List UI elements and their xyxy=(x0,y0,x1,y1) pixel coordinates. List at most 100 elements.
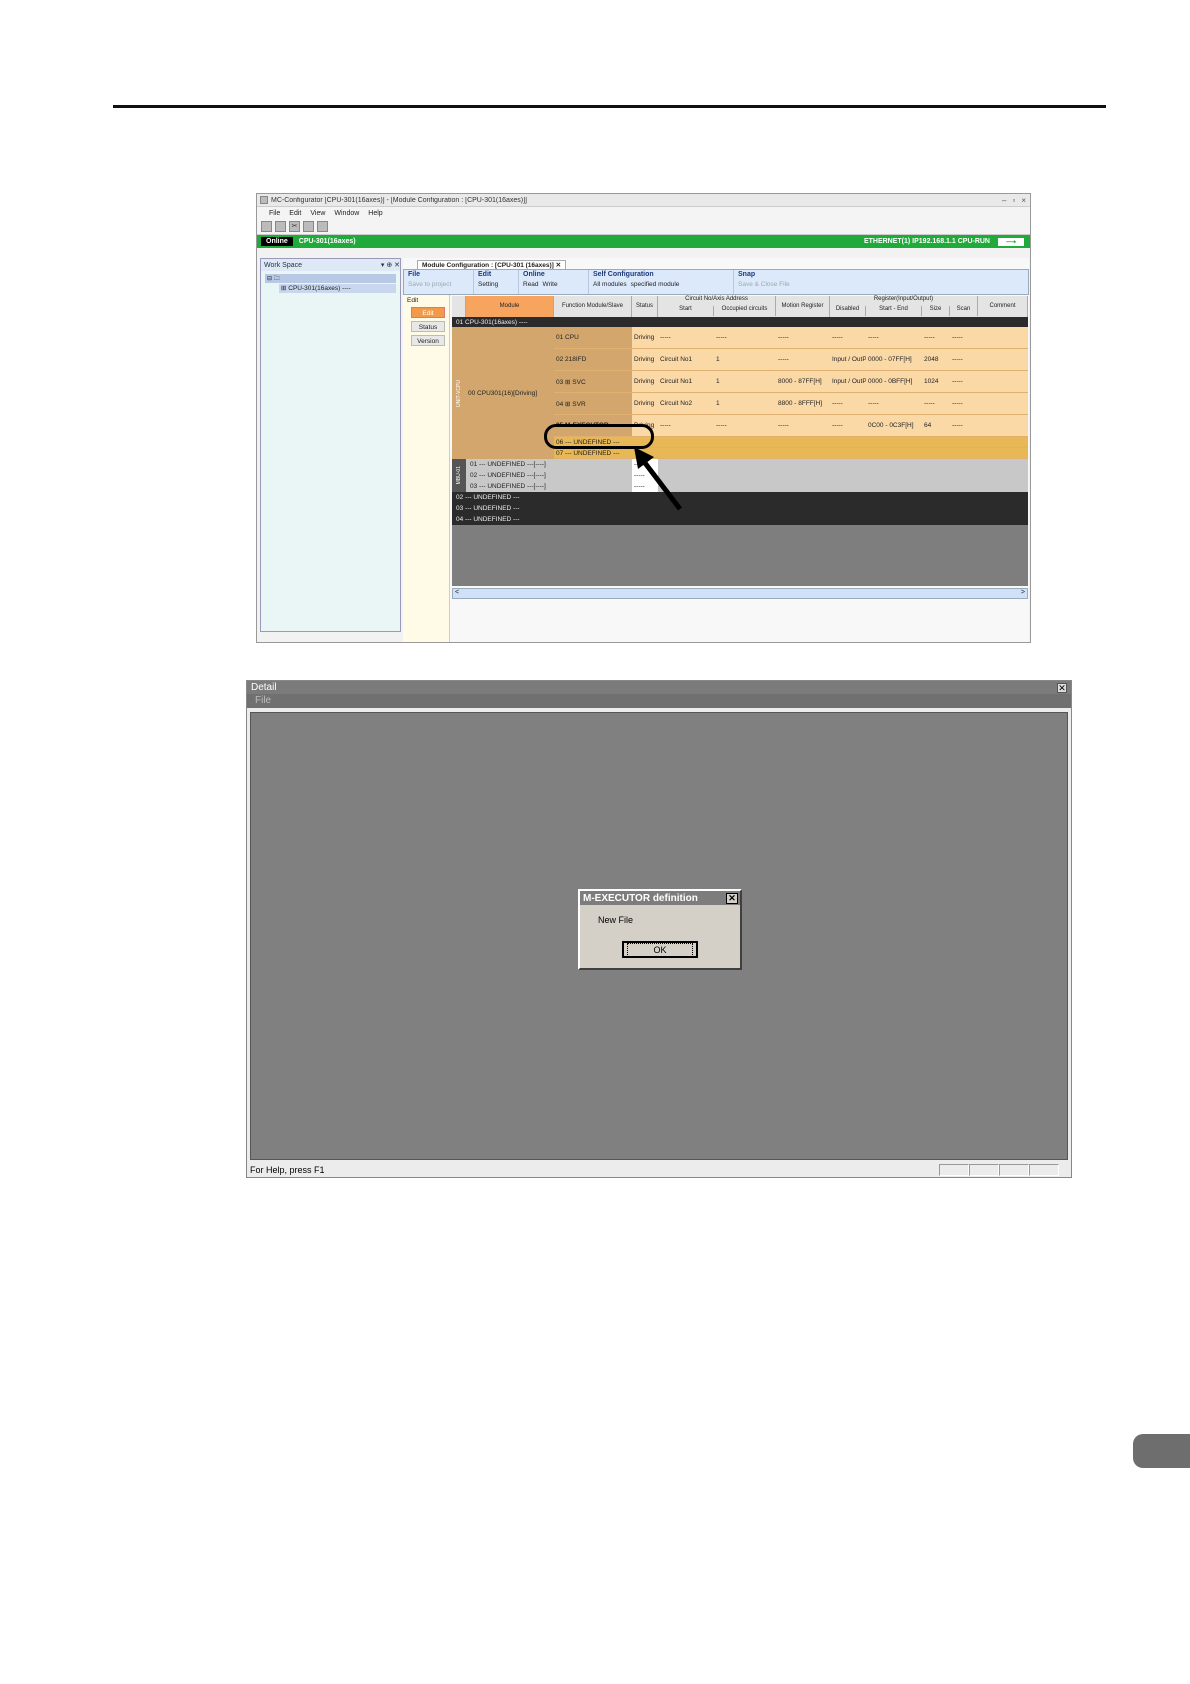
header-reg-size: Size xyxy=(922,306,950,316)
mc-configurator-window: MC-Configurator [CPU-301(16axes)] - [Mod… xyxy=(256,193,1031,643)
dialog-close-icon[interactable]: ✕ xyxy=(726,892,738,904)
scroll-left-icon[interactable]: < xyxy=(455,589,459,596)
window-controls: – ▫ × xyxy=(1002,196,1030,205)
status-panels xyxy=(939,1164,1059,1176)
save-to-project-button[interactable]: Save to project xyxy=(408,281,451,288)
cell-circuit: Circuit No2 xyxy=(658,393,714,415)
nav-status-button[interactable]: Status xyxy=(411,321,445,332)
ok-button[interactable]: OK xyxy=(622,941,698,958)
detail-menu-bar: File xyxy=(247,694,1071,708)
header-reg-scan: Scan xyxy=(950,306,978,316)
status-help-text: For Help, press F1 xyxy=(250,1165,325,1175)
table-row[interactable]: 02 --- UNDEFINED ---[----] ----- xyxy=(466,470,1028,481)
table-row[interactable]: 01 --- UNDEFINED ---[----] ----- xyxy=(466,459,1028,470)
workspace-cpu-node[interactable]: ⊞ CPU-301(16axes) ---- xyxy=(279,284,396,293)
header-register: Register(Input/Output) xyxy=(830,296,978,306)
open-icon[interactable] xyxy=(275,221,286,232)
chapter-tab xyxy=(1133,1434,1190,1468)
cell-start-end: 0000 - 07FF[H] xyxy=(866,349,922,371)
cell-occupied xyxy=(714,437,776,448)
undefined-side-label: MBU-01 xyxy=(452,459,466,492)
page-top-rule xyxy=(113,105,1106,108)
table-row[interactable]: 04 ⊞ SVR Driving Circuit No2 1 8800 - 8FFF[H… xyxy=(452,393,1028,415)
ribbon-group-edit: Edit Setting xyxy=(474,270,519,294)
all-modules-button[interactable]: All modules xyxy=(593,281,627,288)
header-circuit-start: Start xyxy=(658,306,714,316)
table-row[interactable]: 02 218IFD Driving Circuit No1 1 ----- Input /… xyxy=(452,349,1028,371)
cell-fn: 07 --- UNDEFINED --- xyxy=(554,448,632,459)
menu-edit[interactable]: Edit xyxy=(289,210,301,217)
table-row[interactable]: 03 --- UNDEFINED ---[----] ----- xyxy=(466,481,1028,492)
copy-icon[interactable] xyxy=(303,221,314,232)
nav-version-button[interactable]: Version xyxy=(411,335,445,346)
ribbon: File Save to project Edit Setting Online… xyxy=(403,269,1029,295)
left-nav: Edit Edit Status Version xyxy=(403,295,450,642)
online-badge: Online xyxy=(261,237,293,246)
cell-size xyxy=(922,437,950,448)
menu-help[interactable]: Help xyxy=(368,210,382,217)
cell-status: Driving xyxy=(632,327,658,349)
cell-scan: ----- xyxy=(950,371,978,393)
table-row[interactable]: 01 CPU-301(16axes) ---- xyxy=(452,317,1028,327)
workspace-panel: Work Space ▾ ⊕ ✕ ⊟ 🗀 ⊞ CPU-301(16axes) -… xyxy=(260,258,401,632)
nav-edit-button[interactable]: Edit xyxy=(411,307,445,318)
cell-start-end: 0000 - 0BFF[H] xyxy=(866,371,922,393)
workspace-controls[interactable]: ▾ ⊕ ✕ xyxy=(381,261,400,269)
read-button[interactable]: Read xyxy=(523,281,539,288)
connect-arrow-icon[interactable]: ⟶ xyxy=(998,237,1024,246)
setting-button[interactable]: Setting xyxy=(478,281,498,288)
cell-occupied: 1 xyxy=(714,349,776,371)
cell-occupied: 1 xyxy=(714,371,776,393)
table-row[interactable]: 01 CPU Driving ----- ----- ----- ----- ----- --… xyxy=(452,327,1028,349)
write-button[interactable]: Write xyxy=(543,281,558,288)
detail-menu-file[interactable]: File xyxy=(255,695,271,706)
menu-view[interactable]: View xyxy=(310,210,325,217)
cell-disabled: ----- xyxy=(830,327,866,349)
toolbar: ✂ xyxy=(257,219,1030,235)
header-module: Module xyxy=(466,296,554,317)
save-close-file-button[interactable]: Save & Close File xyxy=(738,281,790,288)
cell-comment xyxy=(978,371,1028,393)
specified-module-button[interactable]: specified module xyxy=(631,281,680,288)
module-grid: Module Function Module/Slave Status Circ… xyxy=(452,296,1028,586)
tab-module-configuration[interactable]: Module Configuration : [CPU-301 (16axes)… xyxy=(417,260,567,269)
cut-icon[interactable]: ✂ xyxy=(289,221,300,232)
new-icon[interactable] xyxy=(261,221,272,232)
detail-close-icon[interactable]: ✕ xyxy=(1057,682,1067,693)
maximize-icon[interactable]: ▫ xyxy=(1012,196,1015,205)
workspace-root-node[interactable]: ⊟ 🗀 xyxy=(265,274,396,283)
menu-window[interactable]: Window xyxy=(334,210,359,217)
cell-scan: ----- xyxy=(950,415,978,437)
table-row[interactable]: 05 M-EXECUTOR Driving ----- ----- ----- -----… xyxy=(452,415,1028,437)
scroll-right-icon[interactable]: > xyxy=(1021,589,1025,596)
header-function: Function Module/Slave xyxy=(554,296,632,317)
cell-fn: 03 ⊞ SVC xyxy=(554,371,632,393)
ribbon-group-file: File Save to project xyxy=(404,270,474,294)
minimize-icon[interactable]: – xyxy=(1002,196,1006,205)
ok-button-label: OK xyxy=(627,943,693,957)
cell-scan xyxy=(950,437,978,448)
cell-size: 1024 xyxy=(922,371,950,393)
cell-fn: 01 CPU xyxy=(554,327,632,349)
cell-motion xyxy=(776,448,830,459)
cell-scan: ----- xyxy=(950,349,978,371)
module-configuration-pane: Module Configuration : [CPU-301 (16axes)… xyxy=(403,258,1029,642)
workspace-title: Work Space xyxy=(264,261,302,269)
table-row[interactable]: 02 --- UNDEFINED --- xyxy=(452,492,1028,503)
menu-file[interactable]: File xyxy=(269,210,280,217)
table-row[interactable]: 07 --- UNDEFINED --- xyxy=(452,448,1028,459)
paste-icon[interactable] xyxy=(317,221,328,232)
horizontal-scrollbar[interactable]: < > xyxy=(452,588,1028,599)
cell-start-end: ----- xyxy=(866,393,922,415)
close-icon[interactable]: × xyxy=(1021,196,1026,205)
table-row[interactable]: 04 --- UNDEFINED --- xyxy=(452,514,1028,525)
cell-disabled: Input / OutPut xyxy=(830,349,872,371)
dialog-title: M-EXECUTOR definition xyxy=(583,892,698,904)
cell-comment xyxy=(978,448,1028,459)
table-row[interactable]: 06 --- UNDEFINED --- xyxy=(452,437,1028,448)
table-row[interactable]: 03 ⊞ SVC Driving Circuit No1 1 8000 - 87FF[H… xyxy=(452,371,1028,393)
table-row[interactable]: 03 --- UNDEFINED --- xyxy=(452,503,1028,514)
cell-occupied: 1 xyxy=(714,393,776,415)
menu-bar: File Edit View Window Help xyxy=(257,207,1030,219)
cell-start-end: ----- xyxy=(866,327,922,349)
